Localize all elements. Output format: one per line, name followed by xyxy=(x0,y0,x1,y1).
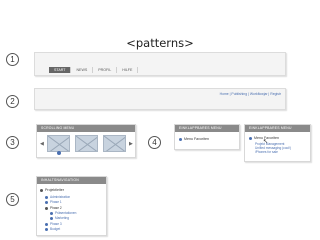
nav-tree-item-label: Administration xyxy=(50,195,71,199)
bullet-icon xyxy=(45,222,48,226)
image-thumbnail-1[interactable] xyxy=(47,135,70,152)
nav-tree-item[interactable]: Phase 1 xyxy=(45,200,62,204)
submenu-item[interactable]: iPhones for sale xyxy=(255,150,278,154)
bullet-icon xyxy=(45,227,48,231)
step-number-4: 4 xyxy=(148,136,161,149)
image-thumbnail-2[interactable] xyxy=(75,135,98,152)
tab-hilfe[interactable]: HILFE xyxy=(117,67,139,73)
placeholder-image-icon xyxy=(48,136,69,151)
tab-news[interactable]: NEWS xyxy=(71,67,94,73)
image-thumbnail-3[interactable] xyxy=(103,135,126,152)
nav-tree-item-label: Phase 1 xyxy=(50,200,62,204)
content-navigation-header: INHALTSNAVIGATION xyxy=(37,177,106,184)
bullet-icon xyxy=(45,200,48,204)
menu-favoriten-link[interactable]: Menu Favoriten xyxy=(179,137,209,141)
menu-favoriten-label: Menu Favoriten xyxy=(184,137,209,141)
collapsible-menu-collapsed: EINKLAPPBARES MENU Menu Favoriten xyxy=(174,124,240,150)
nav-tree-item-label: Präsentationen xyxy=(55,211,77,215)
nav-tree-item[interactable]: Phase 2 xyxy=(45,206,62,210)
nav-tree-item-label: Phase 3 xyxy=(50,222,62,226)
nav-tree-root-label: Projektleiter xyxy=(45,188,64,192)
nav-tree-item[interactable]: Phase 3 xyxy=(45,222,62,226)
bullet-icon xyxy=(50,211,53,215)
bullet-icon xyxy=(45,206,48,210)
tab-profil[interactable]: PROFIL xyxy=(93,67,118,73)
scroll-right-arrow-icon[interactable]: ▶ xyxy=(129,141,133,147)
main-navigation-bar: START NEWS PROFIL HILFE xyxy=(34,52,286,76)
collapsible-menu-header: EINKLAPPBARES MENU xyxy=(245,125,310,132)
scroll-left-arrow-icon[interactable]: ◀ xyxy=(40,141,44,147)
nav-tree-item-label: Budget xyxy=(50,227,61,231)
bullet-icon xyxy=(249,136,252,140)
collapsible-menu-header: EINKLAPPBARES MENU xyxy=(175,125,239,132)
collapsible-menu-expanded: EINKLAPPBARES MENU Menu Favoriten Projek… xyxy=(244,124,311,162)
mouse-pointer-icon: ↖ xyxy=(263,139,269,145)
page-title: <patterns> xyxy=(126,36,194,50)
footer-link-bar: Home | Publishing | Workflowjar | Regist… xyxy=(34,88,286,110)
bullet-icon xyxy=(45,195,48,199)
bullet-icon xyxy=(40,188,43,192)
scrolling-menu-header: SCROLLING MENU xyxy=(37,125,135,132)
nav-tree-subitem[interactable]: Marketing xyxy=(50,216,69,220)
nav-tree-item-label: Phase 2 xyxy=(50,206,62,210)
step-number-1: 1 xyxy=(6,53,19,66)
scrolling-menu-widget: SCROLLING MENU ◀ ▶ xyxy=(36,124,136,158)
nav-tree-item-label: Marketing xyxy=(55,216,69,220)
content-navigation-widget: INHALTSNAVIGATION Projektleiter Administ… xyxy=(36,176,107,236)
selected-indicator-dot xyxy=(57,151,61,155)
step-number-5: 5 xyxy=(6,193,19,206)
placeholder-image-icon xyxy=(104,136,125,151)
placeholder-image-icon xyxy=(76,136,97,151)
nav-tree-item[interactable]: Administration xyxy=(45,195,70,199)
bullet-icon xyxy=(50,216,53,220)
footer-links[interactable]: Home | Publishing | Workflowjar | Regist… xyxy=(220,92,281,96)
nav-tree-subitem[interactable]: Präsentationen xyxy=(50,211,76,215)
tab-start[interactable]: START xyxy=(49,67,72,73)
bullet-icon xyxy=(179,137,182,141)
navigation-tabs: START NEWS PROFIL HILFE xyxy=(49,67,139,73)
nav-tree-root[interactable]: Projektleiter xyxy=(40,188,64,192)
nav-tree-item[interactable]: Budget xyxy=(45,227,60,231)
step-number-3: 3 xyxy=(6,136,19,149)
step-number-2: 2 xyxy=(6,95,19,108)
